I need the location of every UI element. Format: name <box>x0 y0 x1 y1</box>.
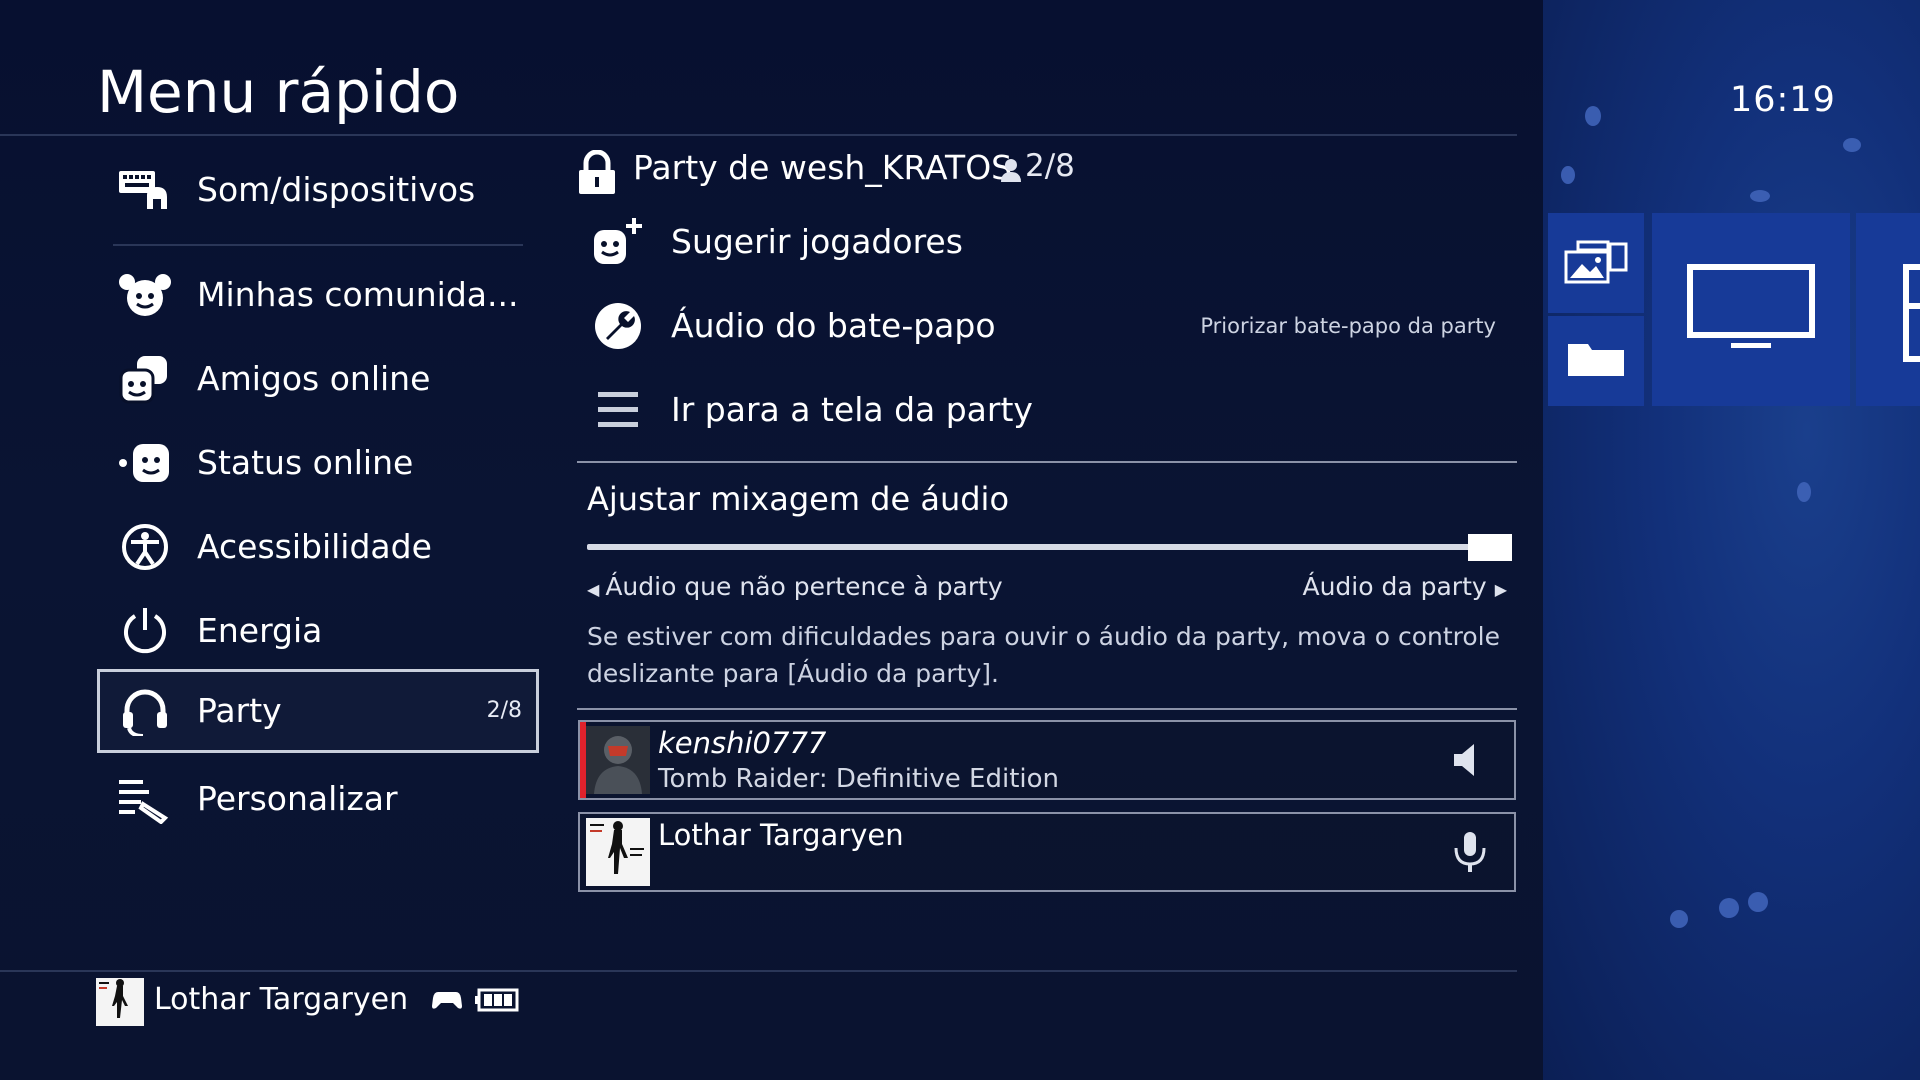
menu-item-label: Acessibilidade <box>197 527 432 566</box>
hint-divider <box>577 708 1517 710</box>
folder-icon <box>1568 344 1624 376</box>
home-screen-background <box>1543 0 1920 1080</box>
bg-dot <box>1670 910 1688 928</box>
option-label: Áudio do bate-papo <box>671 306 996 345</box>
party-count-badge: 2/8 <box>486 698 522 723</box>
avatar <box>586 726 650 794</box>
menu-item-label: Status online <box>197 443 414 482</box>
menu-item-sound-devices[interactable]: Som/dispositivos <box>97 148 539 232</box>
menu-item-power[interactable]: Energia <box>97 589 539 673</box>
audio-mix-slider-knob[interactable] <box>1468 534 1512 561</box>
audio-mix-hint: Se estiver com dificuldades para ouvir o… <box>587 622 1500 688</box>
suggest-players-icon <box>594 218 642 264</box>
party-title: Party de wesh_KRATOS <box>633 148 1013 187</box>
chat-audio-value: Priorizar bate-papo da party <box>1200 314 1496 338</box>
page-title: Menu rápido <box>97 58 460 126</box>
next-tile[interactable] <box>1856 213 1920 406</box>
accessibility-icon <box>122 524 168 570</box>
customize-icon <box>119 780 169 824</box>
person-icon <box>1001 159 1021 182</box>
menu-item-label: Minhas comunida... <box>197 275 519 314</box>
member-name: kenshi0777 <box>658 726 827 760</box>
speaker-icon <box>1454 744 1474 776</box>
controller-icon <box>432 992 462 1009</box>
avatar <box>96 978 144 1026</box>
arrow-left-icon: ◀ <box>587 580 600 599</box>
option-label: Ir para a tela da party <box>671 390 1033 429</box>
menu-item-label: Party <box>197 691 282 730</box>
menu-item-label: Amigos online <box>197 359 431 398</box>
slider-left-label: ◀ Áudio que não pertence à party <box>587 572 1003 601</box>
microphone-icon <box>1454 832 1486 872</box>
slider-right-label: Áudio da party ▶ <box>1302 572 1507 601</box>
menu-item-friends-online[interactable]: Amigos online <box>97 337 539 421</box>
menu-item-customize[interactable]: Personalizar <box>97 757 539 841</box>
lock-icon <box>579 150 615 194</box>
footer-user-name: Lothar Targaryen <box>154 982 409 1017</box>
bg-dot <box>1561 166 1575 184</box>
audio-mix-title: Ajustar mixagem de áudio <box>587 480 1010 518</box>
library-tile[interactable] <box>1548 316 1644 406</box>
bg-dot <box>1748 892 1768 912</box>
keyboard-headset-icon <box>119 171 167 209</box>
status-face-icon <box>119 444 169 482</box>
menu-item-label: Personalizar <box>197 779 398 818</box>
option-go-to-party-screen[interactable]: Ir para a tela da party <box>576 370 1516 450</box>
bg-dot <box>1750 190 1770 202</box>
bg-dot <box>1585 106 1601 126</box>
menu-item-label: Energia <box>197 611 323 650</box>
menu-lines-icon <box>598 392 638 427</box>
menu-item-online-status[interactable]: Status online <box>97 421 539 505</box>
communities-icon <box>119 274 171 316</box>
bg-dot <box>1843 138 1861 152</box>
member-game: Tomb Raider: Definitive Edition <box>658 764 1059 794</box>
footer-divider <box>0 970 1517 972</box>
menu-item-accessibility[interactable]: Acessibilidade <box>97 505 539 589</box>
party-member-row[interactable]: kenshi0777 Tomb Raider: Definitive Editi… <box>578 720 1516 800</box>
option-chat-audio[interactable]: Áudio do bate-papo Priorizar bate-papo d… <box>576 286 1516 366</box>
menu-item-communities[interactable]: Minhas comunida... <box>97 253 539 337</box>
tv-icon <box>1687 264 1815 348</box>
tile-edge-icon <box>1903 264 1920 362</box>
member-name: Lothar Targaryen <box>658 818 904 852</box>
option-label: Sugerir jogadores <box>671 222 963 261</box>
audio-mix-slider-track[interactable] <box>587 544 1512 550</box>
capture-gallery-tile[interactable] <box>1548 213 1644 313</box>
headset-icon <box>123 689 167 736</box>
title-divider <box>0 134 1517 136</box>
bg-dot <box>1719 898 1739 918</box>
menu-item-party[interactable]: Party 2/8 <box>97 669 539 753</box>
power-icon <box>124 608 166 654</box>
option-suggest-players[interactable]: Sugerir jogadores <box>576 202 1516 282</box>
tv-video-tile[interactable] <box>1652 213 1850 406</box>
menu-divider <box>113 244 523 246</box>
wrench-icon <box>595 303 641 349</box>
battery-icon <box>475 988 519 1012</box>
gallery-icon <box>1564 240 1628 284</box>
options-divider <box>577 461 1517 463</box>
party-members-count: 2/8 <box>1025 148 1075 184</box>
friends-icon <box>119 356 167 404</box>
bg-dot <box>1797 482 1811 502</box>
clock: 16:19 <box>1730 80 1836 120</box>
party-member-row[interactable]: Lothar Targaryen <box>578 812 1516 892</box>
menu-item-label: Som/dispositivos <box>197 170 476 209</box>
avatar <box>586 818 650 886</box>
arrow-right-icon: ▶ <box>1494 580 1507 599</box>
